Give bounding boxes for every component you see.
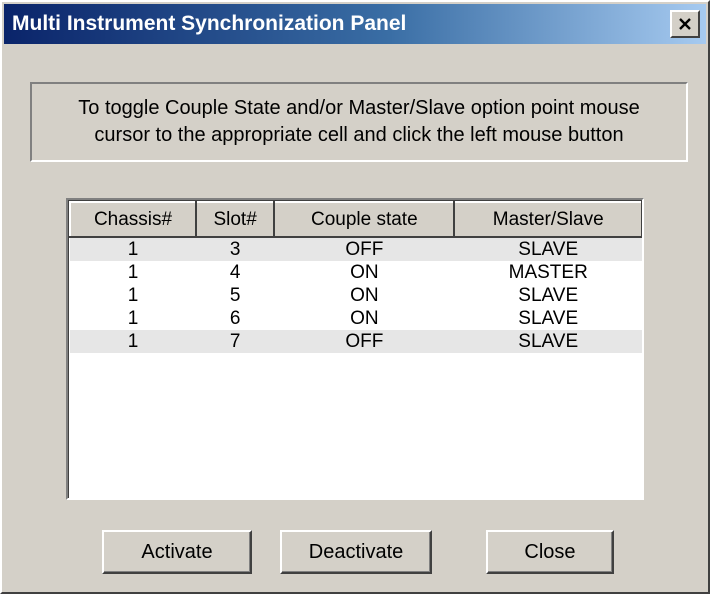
window-title: Multi Instrument Synchronization Panel [12, 12, 407, 35]
table-row: 1 4 ON MASTER [70, 261, 642, 284]
column-header-master-slave[interactable]: Master/Slave [453, 201, 642, 238]
chassis-cell: 1 [70, 330, 197, 353]
sync-grid: Chassis# Slot# Couple state Master/Slave… [66, 198, 644, 500]
couple-state-cell[interactable]: ON [274, 261, 454, 284]
master-slave-cell[interactable]: SLAVE [454, 330, 642, 353]
close-window-button[interactable] [670, 10, 700, 38]
chassis-cell: 1 [127, 285, 139, 306]
table-row: 1 5 ON SLAVE [70, 284, 642, 307]
instruction-text: To toggle Couple State and/or Master/Sla… [78, 95, 639, 149]
column-header-chassis[interactable]: Chassis# [68, 201, 198, 238]
chassis-cell: 1 [70, 237, 197, 261]
table-row: 1 3 OFF SLAVE [70, 237, 642, 261]
couple-state-cell[interactable]: ON [274, 307, 454, 330]
activate-button[interactable]: Activate [102, 530, 252, 574]
couple-state-cell[interactable]: OFF [274, 237, 455, 261]
instruction-line-2: cursor to the appropriate cell and click… [94, 124, 624, 146]
slot-cell: 3 [196, 237, 275, 261]
column-header-couple-state[interactable]: Couple state [273, 201, 456, 238]
instruction-panel: To toggle Couple State and/or Master/Sla… [30, 82, 688, 162]
master-slave-cell[interactable]: MASTER [454, 261, 642, 284]
title-bar[interactable]: Multi Instrument Synchronization Panel [4, 4, 706, 44]
master-slave-cell[interactable]: SLAVE [454, 237, 642, 261]
table-row: 1 6 ON SLAVE [70, 307, 642, 330]
deactivate-button[interactable]: Deactivate [280, 530, 432, 574]
couple-state-cell[interactable]: OFF [274, 330, 455, 353]
slot-cell: 6 [229, 308, 241, 329]
master-slave-cell[interactable]: SLAVE [454, 307, 642, 330]
chassis-cell: 1 [127, 262, 139, 283]
slot-cell: 7 [196, 330, 275, 353]
slot-cell: 5 [229, 285, 241, 306]
column-header-slot[interactable]: Slot# [195, 201, 276, 238]
close-icon [679, 18, 691, 30]
sync-table: Chassis# Slot# Couple state Master/Slave… [68, 201, 642, 353]
couple-state-cell[interactable]: ON [274, 284, 454, 307]
slot-cell: 4 [229, 262, 241, 283]
sync-panel-window: Multi Instrument Synchronization Panel T… [0, 0, 710, 594]
master-slave-cell[interactable]: SLAVE [454, 284, 642, 307]
close-button[interactable]: Close [486, 530, 614, 574]
table-header-row: Chassis# Slot# Couple state Master/Slave [68, 201, 642, 238]
sync-grid-inner: Chassis# Slot# Couple state Master/Slave… [68, 200, 642, 498]
table-row: 1 7 OFF SLAVE [70, 330, 642, 353]
instruction-line-1: To toggle Couple State and/or Master/Sla… [78, 97, 640, 119]
chassis-cell: 1 [127, 308, 139, 329]
